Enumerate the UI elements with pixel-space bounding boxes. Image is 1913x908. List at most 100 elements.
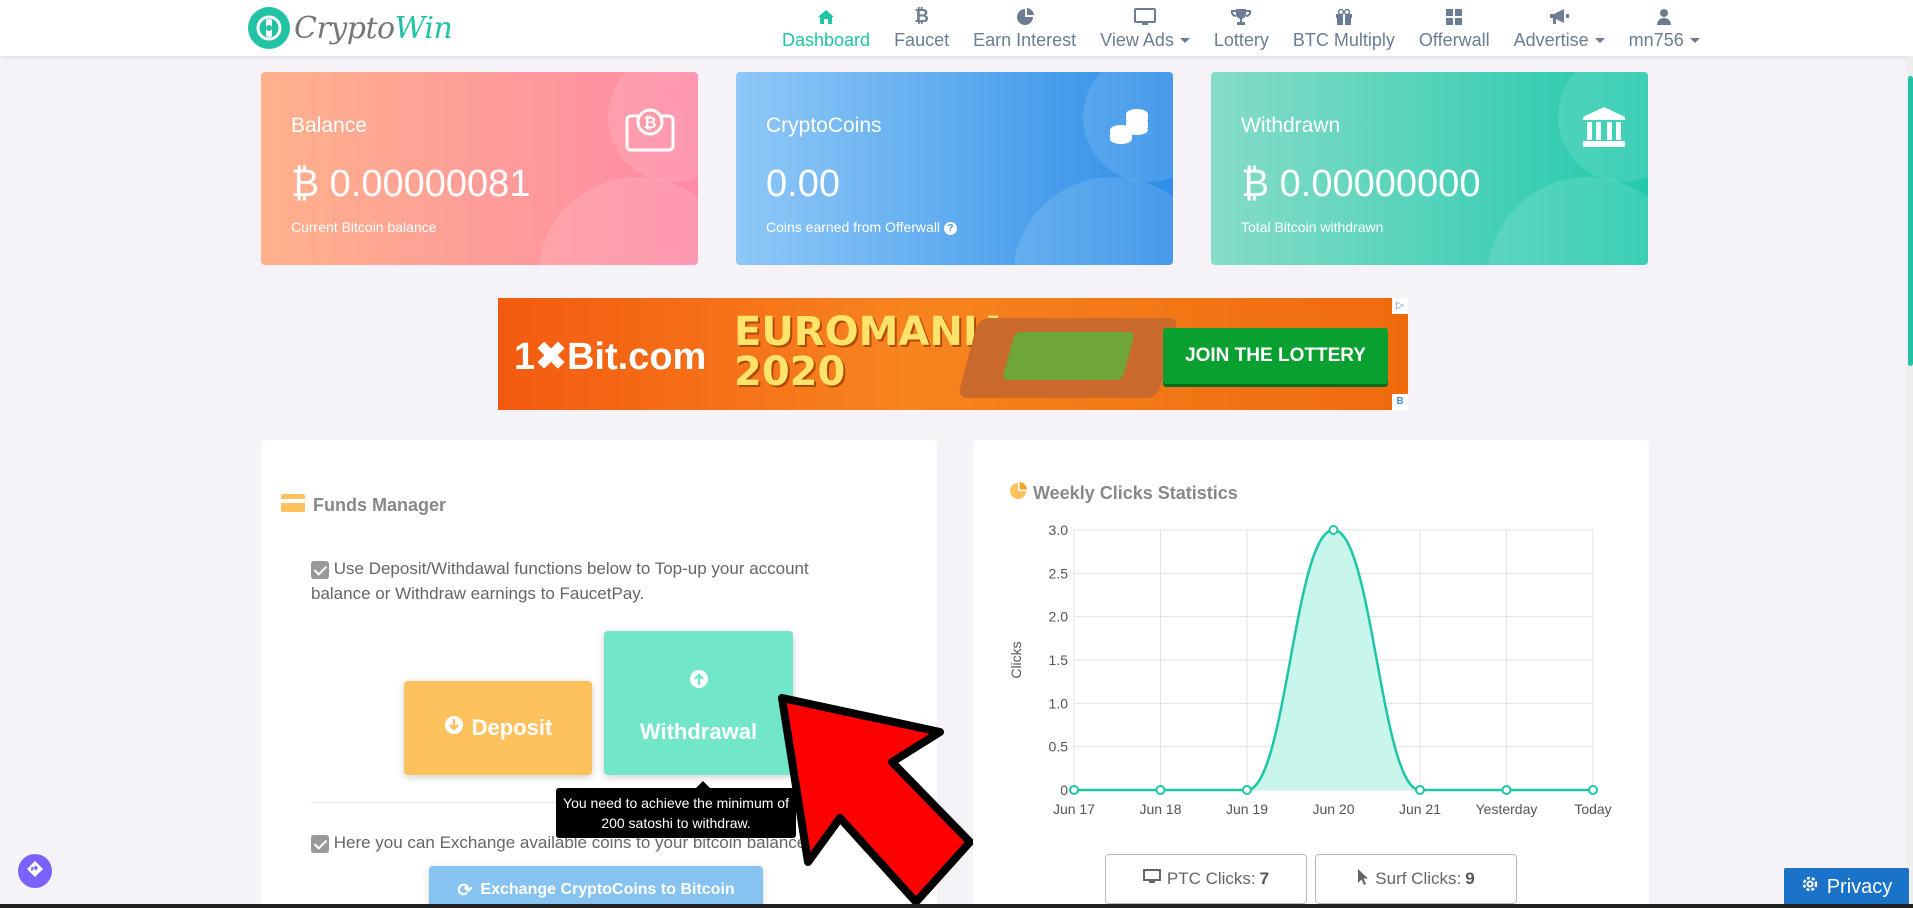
nav-label: Dashboard [782,29,871,50]
brand-name: CryptoWin [294,10,453,46]
chevron-down-icon [1689,38,1700,44]
top-navbar: CryptoWin Dashboard ₿ Faucet Earn Intere… [0,0,1913,56]
gift-icon [1335,6,1353,28]
y-tick-label: 1.0 [1049,695,1069,711]
x-tick-label: Yesterday [1476,801,1538,817]
data-point [1415,785,1425,795]
card-label: Withdrawn [1241,114,1341,137]
card-value: ₿ 0.00000081 [291,163,531,205]
banner-brand: 1✖Bit.com [514,336,707,378]
card-label: CryptoCoins [766,114,882,137]
nav-label: mn756 [1629,30,1700,51]
cursor-icon [1357,868,1369,891]
nav-btc-multiply[interactable]: BTC Multiply [1281,0,1407,56]
nav-earn-interest[interactable]: Earn Interest [961,0,1088,56]
weekly-stats-panel: Weekly Clicks Statistics 0 0.5 1.0 1.5 2.0 2.… [973,440,1649,908]
decor-bubble [1013,177,1173,265]
nav-lottery[interactable]: Lottery [1202,0,1281,56]
card-subtitle: Coins earned from Offerwall ? [766,219,957,235]
data-point [1069,785,1079,795]
withdraw-tooltip: You need to achieve the minimum of 200 s… [556,781,796,838]
y-tick-label: 3.0 [1049,522,1069,538]
ad-badge: B [1392,394,1408,410]
coins-stack-icon [1107,106,1151,153]
help-icon[interactable]: ? [943,221,957,235]
data-point [1155,785,1166,795]
withdrawal-button[interactable]: Withdrawal [604,631,793,775]
nav-label: View Ads [1100,30,1190,51]
x-tick-label: Jun 20 [1312,801,1354,817]
x-tick-label: Jun 21 [1399,801,1441,817]
card-value: 0.00 [766,163,840,205]
nav-advertise[interactable]: Advertise [1502,0,1617,56]
chevron-down-icon [1594,38,1605,44]
card-subtitle: Total Bitcoin withdrawn [1241,219,1384,235]
y-tick-label: 2.5 [1049,565,1069,581]
arrow-circle-up-icon [689,669,709,695]
nav-dashboard[interactable]: Dashboard [770,0,882,56]
scrollbar-thumb[interactable] [1908,76,1913,366]
weekly-clicks-chart: 0 0.5 1.0 1.5 2.0 2.5 3.0 Jun 17 Jun 18 Jun 19 Jun… [1008,522,1612,817]
brand-logo[interactable]: CryptoWin [248,6,453,50]
card-value: ₿ 0.00000000 [1241,163,1481,205]
credit-card-icon [281,494,305,517]
red-arrow-annotation [770,692,980,908]
decor-bubble [1488,177,1648,265]
deposit-button[interactable]: Deposit [404,681,592,775]
nav-label: Faucet [894,29,950,50]
nav-label: Advertise [1514,30,1605,51]
nav-offerwall[interactable]: Offerwall [1407,0,1502,56]
join-lottery-button[interactable]: JOIN THE LOTTERY [1163,328,1388,384]
diamond-arrow-icon [26,860,44,883]
withdrawn-card: Withdrawn ₿ 0.00000000 Total Bitcoin wit… [1211,72,1648,265]
monitor-icon [1142,869,1161,889]
megaphone-icon [1548,6,1570,28]
user-icon [1656,6,1672,28]
chevron-down-icon [1179,38,1190,44]
y-tick-label: 0.5 [1049,739,1069,755]
funds-info-text: Use Deposit/Withdawal functions below to… [311,559,809,603]
balance-card: Balance ₿ 0.00000081 Current Bitcoin bal… [261,72,698,265]
wallet-bitcoin-icon: ₿ [624,106,676,159]
nav-label: Lottery [1213,29,1269,50]
bitcoin-icon: ₿ [914,6,929,26]
grid-icon [1445,6,1463,28]
pie-chart-icon [1015,6,1035,28]
arrow-circle-down-icon [444,715,464,741]
decor-bubble [538,177,698,265]
nav-faucet[interactable]: ₿ Faucet [882,0,961,56]
chat-launcher-button[interactable] [18,854,52,888]
check-icon [311,834,329,853]
monitor-icon [1134,6,1157,28]
card-label: Balance [291,114,367,137]
nav-view-ads[interactable]: View Ads [1088,0,1202,56]
data-point [1328,525,1339,535]
data-point [1588,785,1598,795]
nav-label: Offerwall [1418,29,1490,50]
y-tick-label: 0 [1060,782,1068,798]
surf-clicks-button[interactable]: Surf Clicks: 9 [1315,854,1517,904]
ad-banner[interactable]: 1✖Bit.com EUROMANIA 2020 JOIN THE LOTTERY… [498,298,1408,410]
nav-user-menu[interactable]: mn756 [1617,0,1712,56]
adchoices-icon[interactable]: ▷ [1392,298,1408,314]
trophy-icon [1231,6,1252,28]
nav-label: Earn Interest [973,29,1077,50]
cryptocoins-card: CryptoCoins 0.00 Coins earned from Offer… [736,72,1173,265]
exchange-button[interactable]: ⟳ Exchange CryptoCoins to Bitcoin [429,866,763,908]
y-axis-label: Clicks [1008,641,1024,678]
nav-label: BTC Multiply [1292,29,1395,50]
x-tick-label: Jun 18 [1139,801,1181,817]
bottom-edge [0,904,1913,908]
logo-icon [248,7,290,49]
gear-icon [1801,875,1819,899]
stadium-graphic [957,318,1179,398]
card-subtitle: Current Bitcoin balance [291,219,437,235]
y-tick-label: 1.5 [1049,652,1069,668]
x-tick-label: Today [1574,801,1611,817]
panel-title: Funds Manager [281,494,446,517]
ptc-clicks-button[interactable]: PTC Clicks: 7 [1105,854,1307,904]
check-icon [311,560,329,579]
privacy-button[interactable]: Privacy [1784,868,1909,906]
svg-text:₿: ₿ [643,113,656,132]
main-nav: Dashboard ₿ Faucet Earn Interest View Ad… [770,0,1712,56]
